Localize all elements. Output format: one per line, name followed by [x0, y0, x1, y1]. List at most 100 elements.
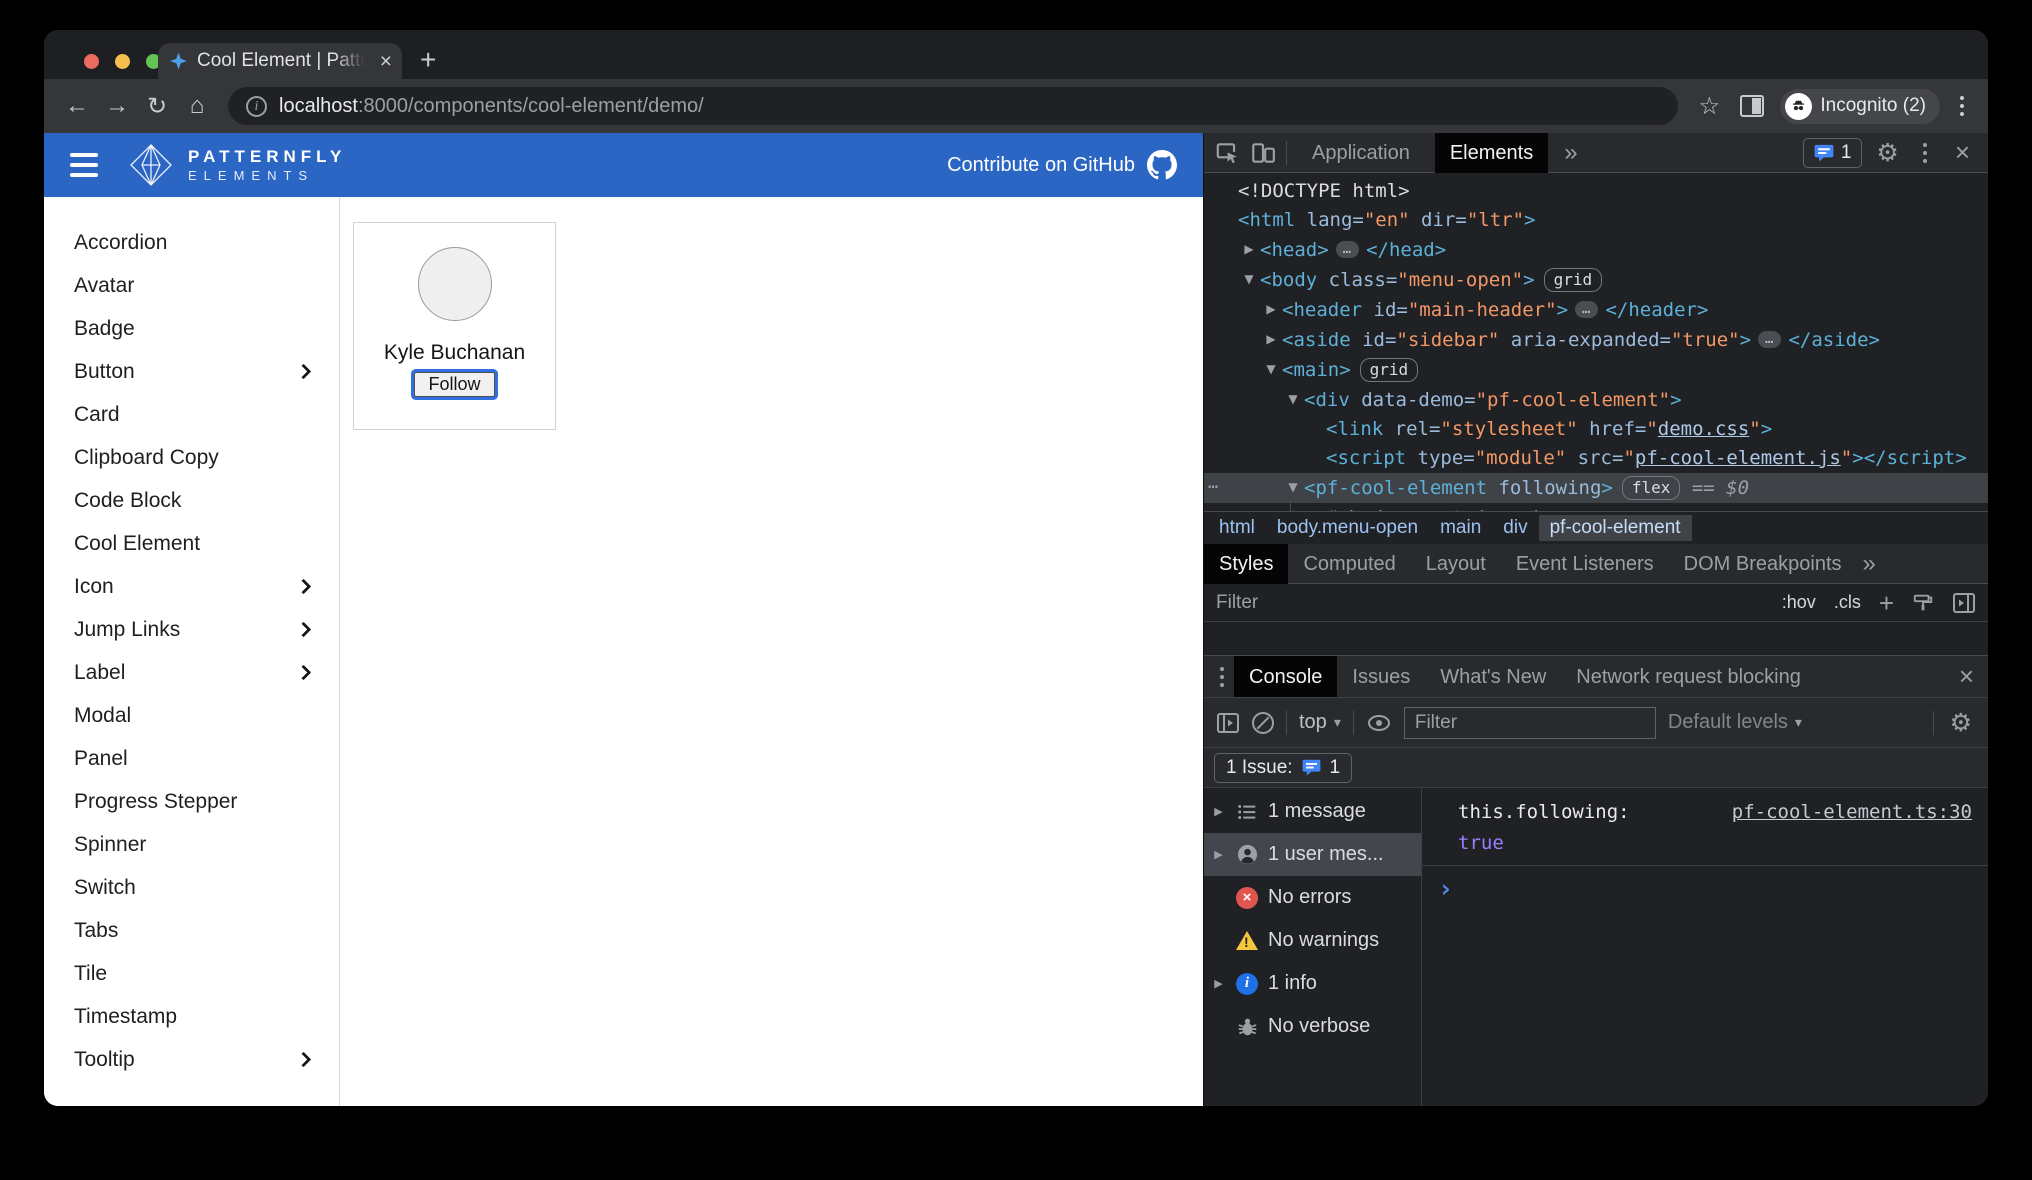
tab-computed[interactable]: Computed	[1288, 544, 1410, 584]
expand-arrow-icon[interactable]: ▼	[1282, 473, 1304, 502]
sidebar-item[interactable]: Tile	[44, 952, 339, 995]
console-sidebar-toggle-icon[interactable]	[1216, 712, 1240, 734]
tab-application[interactable]: Application	[1297, 133, 1425, 173]
sidebar-dock-icon[interactable]	[1952, 592, 1976, 614]
dom-tree-line[interactable]: <script type="module" src="pf-cool-eleme…	[1204, 444, 1988, 473]
contribute-link[interactable]: Contribute on GitHub	[947, 150, 1177, 180]
site-info-icon[interactable]: i	[246, 95, 267, 117]
dom-tree-line[interactable]: <link rel="stylesheet" href="demo.css">	[1204, 415, 1988, 444]
tab-layout[interactable]: Layout	[1411, 544, 1501, 584]
browser-tab[interactable]: Cool Element | PatternFly Elem ×	[158, 43, 402, 79]
expand-arrow-icon[interactable]: ▶	[1238, 235, 1260, 264]
sidebar-item[interactable]: Tabs	[44, 909, 339, 952]
sidebar-item[interactable]: Clipboard Copy	[44, 436, 339, 479]
dom-tree-line[interactable]: ▶ <head> … </head>	[1204, 235, 1988, 265]
expand-arrow-icon[interactable]: ▶	[1211, 805, 1226, 818]
log-levels-dropdown[interactable]: Default levels ▾	[1668, 711, 1802, 734]
console-prompt[interactable]: ›	[1422, 866, 1988, 901]
tab-elements[interactable]: Elements	[1434, 132, 1549, 173]
sidebar-item[interactable]: Progress Stepper	[44, 780, 339, 823]
toggle-hover-state-button[interactable]: :hov	[1782, 592, 1816, 613]
execution-context-selector[interactable]: top ▾	[1299, 711, 1341, 734]
clear-console-icon[interactable]	[1252, 711, 1274, 734]
console-sidebar-row[interactable]: ▶ 1 message	[1204, 790, 1421, 833]
devtools-settings-icon[interactable]: ⚙	[1872, 138, 1902, 168]
sidebar-item[interactable]: Cool Element	[44, 522, 339, 565]
console-filter-input[interactable]: Filter	[1403, 706, 1656, 739]
expand-arrow-icon[interactable]: ▶	[1211, 977, 1226, 990]
console-source-link[interactable]: pf-cool-element.ts:30	[1732, 797, 1972, 828]
dom-tree-line[interactable]: <!DOCTYPE html>	[1204, 177, 1988, 206]
breadcrumb[interactable]: body.menu-open	[1266, 515, 1429, 541]
sidebar-item[interactable]: Switch	[44, 866, 339, 909]
side-panel-icon[interactable]	[1740, 95, 1765, 117]
console-sidebar-row[interactable]: ▶ i 1 info	[1204, 962, 1421, 1005]
expand-arrow-icon[interactable]: ▶	[1304, 503, 1326, 511]
breadcrumb[interactable]: pf-cool-element	[1538, 515, 1692, 541]
console-sidebar-row[interactable]: No verbose	[1204, 1005, 1421, 1048]
console-drawer-menu-icon[interactable]	[1210, 666, 1234, 687]
tab-styles[interactable]: Styles	[1204, 543, 1289, 584]
sidebar-item[interactable]: Tooltip	[44, 1038, 339, 1081]
sidebar-item[interactable]: Code Block	[44, 479, 339, 522]
patternfly-logo-icon[interactable]	[128, 142, 174, 188]
breadcrumb[interactable]: main	[1429, 515, 1492, 541]
console-sidebar-row[interactable]: × No errors	[1204, 876, 1421, 919]
close-window-button[interactable]	[84, 54, 99, 69]
hamburger-menu-icon[interactable]	[70, 153, 98, 177]
sidebar-item[interactable]: Timestamp	[44, 995, 339, 1038]
console-message[interactable]: this.following: pf-cool-element.ts:30 tr…	[1422, 788, 1988, 866]
dom-tree-line[interactable]: ▼ <div data-demo="pf-cool-element">	[1204, 385, 1988, 415]
tab-close-icon[interactable]: ×	[380, 51, 392, 72]
dom-tree-line[interactable]: ▶#shadow-root (open)	[1204, 503, 1988, 511]
toggle-class-button[interactable]: .cls	[1834, 592, 1861, 613]
tab-whats-new[interactable]: What's New	[1425, 656, 1561, 698]
inspect-element-icon[interactable]	[1214, 140, 1240, 166]
device-toolbar-icon[interactable]	[1250, 140, 1276, 166]
sidebar-item[interactable]: Card	[44, 393, 339, 436]
sidebar-item[interactable]: Modal	[44, 694, 339, 737]
expand-arrow-icon[interactable]: ▼	[1260, 355, 1282, 384]
bookmark-star-icon[interactable]: ☆	[1690, 92, 1728, 121]
tab-issues[interactable]: Issues	[1337, 656, 1425, 698]
reload-icon[interactable]: ↻	[138, 92, 176, 121]
expand-arrow-icon[interactable]: ▼	[1282, 385, 1304, 414]
dom-tree-line[interactable]: <html lang="en" dir="ltr">	[1204, 206, 1988, 235]
sidebar-item[interactable]: Label	[44, 651, 339, 694]
tab-network-request-blocking[interactable]: Network request blocking	[1561, 656, 1816, 698]
new-style-rule-icon[interactable]: +	[1879, 590, 1894, 616]
devtools-close-icon[interactable]: ×	[1947, 137, 1978, 168]
breadcrumb[interactable]: div	[1492, 515, 1538, 541]
rendering-brush-icon[interactable]	[1912, 592, 1934, 614]
issues-counter-button[interactable]: 1	[1802, 137, 1863, 168]
follow-button[interactable]: Follow	[414, 372, 495, 397]
more-panels-icon[interactable]: »	[1558, 139, 1583, 167]
dom-tree-line[interactable]: ▼ <main> grid	[1204, 355, 1988, 385]
dom-tree-line[interactable]: ▼ <body class="menu-open"> grid	[1204, 265, 1988, 295]
sidebar-item[interactable]: Badge	[44, 307, 339, 350]
expand-arrow-icon[interactable]: ▼	[1238, 265, 1260, 294]
tab-dom-breakpoints[interactable]: DOM Breakpoints	[1669, 544, 1857, 584]
console-sidebar-row[interactable]: ▶ 1 user mes...	[1204, 833, 1421, 876]
sidebar-item[interactable]: Spinner	[44, 823, 339, 866]
sidebar-item[interactable]: Panel	[44, 737, 339, 780]
console-drawer-close-icon[interactable]: ×	[1951, 661, 1982, 692]
minimize-window-button[interactable]	[115, 54, 130, 69]
sidebar-item[interactable]: Accordion	[44, 221, 339, 264]
live-expression-eye-icon[interactable]	[1366, 712, 1392, 734]
url-bar[interactable]: i localhost:8000/components/cool-element…	[228, 87, 1679, 125]
breadcrumb[interactable]: html	[1208, 515, 1266, 541]
more-style-tabs-icon[interactable]: »	[1857, 550, 1882, 578]
dom-tree-line[interactable]: ▼ <pf-cool-element following> flex == $0 ⋯	[1204, 473, 1988, 503]
issue-counter-button[interactable]: 1 Issue: 1	[1214, 752, 1353, 783]
dom-tree-line[interactable]: ▶ <aside id="sidebar" aria-expanded="true…	[1204, 325, 1988, 355]
expand-arrow-icon[interactable]: ▶	[1260, 295, 1282, 324]
forward-icon[interactable]: →	[98, 92, 136, 120]
dom-tree-line[interactable]: ▶ <header id="main-header"> … </header>	[1204, 295, 1988, 325]
tab-event-listeners[interactable]: Event Listeners	[1501, 544, 1669, 584]
home-icon[interactable]: ⌂	[178, 92, 216, 120]
browser-menu-icon[interactable]	[1950, 96, 1974, 116]
sidebar-item[interactable]: Button	[44, 350, 339, 393]
styles-filter-input[interactable]: Filter	[1216, 592, 1258, 614]
new-tab-button[interactable]: +	[420, 43, 436, 79]
